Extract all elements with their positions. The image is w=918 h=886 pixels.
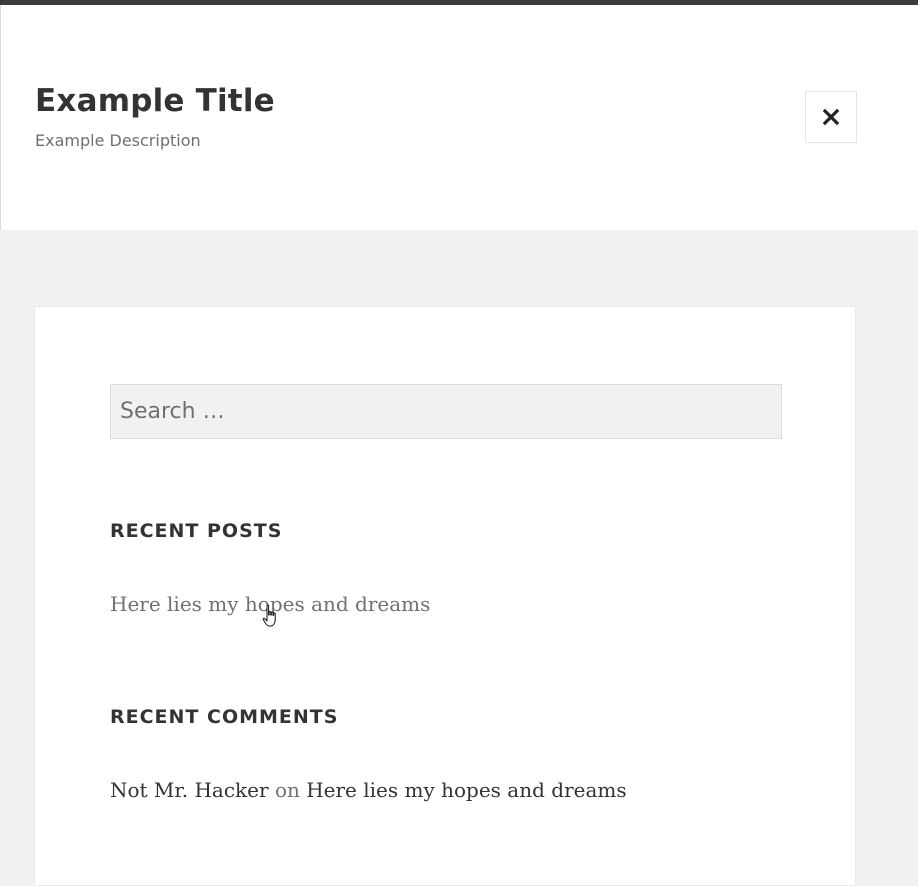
close-icon <box>822 108 840 126</box>
site-description: Example Description <box>35 131 201 150</box>
site-header: Example Title Example Description <box>0 5 918 230</box>
recent-comments-title: RECENT COMMENTS <box>110 706 339 728</box>
comment-post-link[interactable]: Here lies my hopes and dreams <box>306 778 626 802</box>
comment-separator: on <box>274 778 300 802</box>
recent-comment-item: Not Mr. Hacker on Here lies my hopes and… <box>110 776 627 804</box>
search-input[interactable] <box>110 384 782 439</box>
recent-post-link[interactable]: Here lies my hopes and dreams <box>110 590 430 618</box>
recent-posts-title: RECENT POSTS <box>110 520 283 542</box>
comment-author-link[interactable]: Not Mr. Hacker <box>110 778 269 802</box>
site-title[interactable]: Example Title <box>35 83 275 119</box>
close-button[interactable] <box>805 91 857 143</box>
sidebar-widget-panel: RECENT POSTS Here lies my hopes and drea… <box>34 306 856 886</box>
